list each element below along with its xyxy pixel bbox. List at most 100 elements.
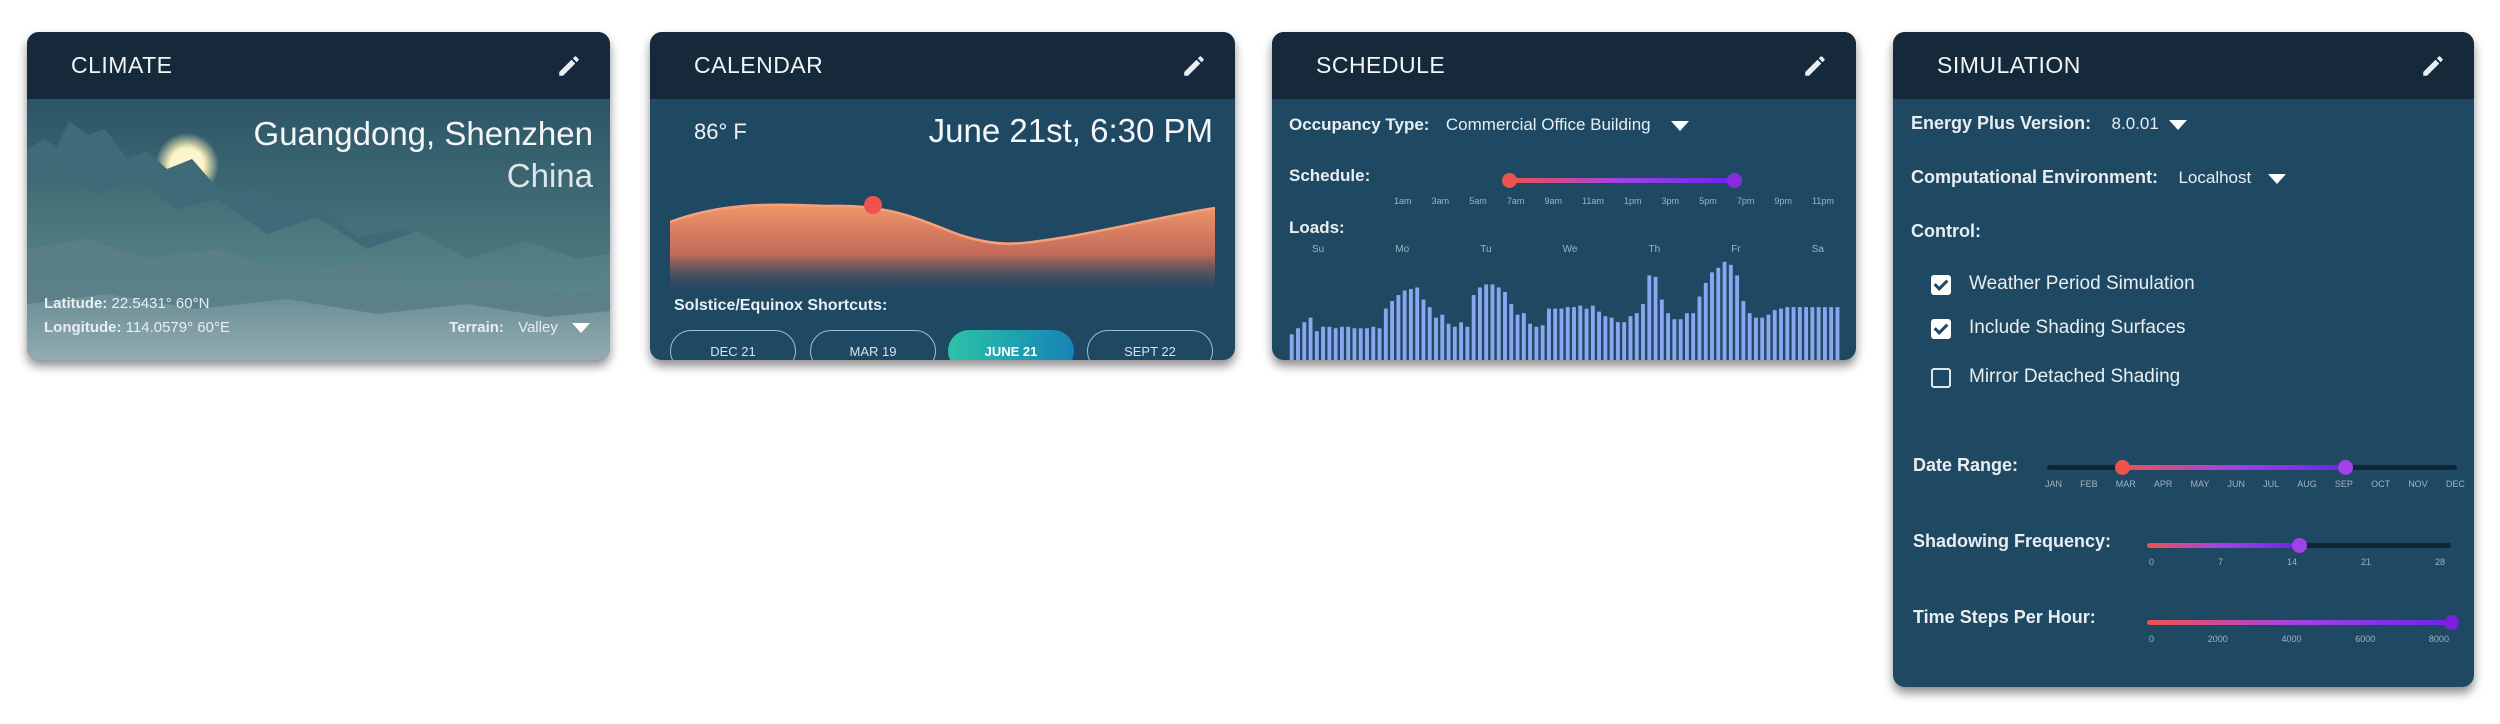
load-bar bbox=[1296, 328, 1300, 360]
checkbox-icon[interactable] bbox=[1931, 274, 1951, 295]
timesteps-label: Time Steps Per Hour: bbox=[1913, 607, 2096, 627]
schedule-hour-ticks: 1am 3am 5am 7am 9am 11am 1pm 3pm 5pm 7pm 9pm 11pm bbox=[1394, 196, 1834, 206]
load-bar bbox=[1572, 307, 1576, 360]
load-bar bbox=[1396, 295, 1401, 360]
eplus-version-row[interactable]: Energy Plus Version: 8.0.01 bbox=[1911, 113, 2188, 134]
load-bar bbox=[1791, 307, 1796, 360]
load-bar bbox=[1377, 328, 1382, 360]
schedule-end-handle[interactable] bbox=[1726, 173, 1742, 188]
caret-down-icon bbox=[2267, 173, 2286, 184]
environment-value: Localhost bbox=[2178, 168, 2252, 187]
load-bar bbox=[1829, 307, 1834, 360]
load-bar bbox=[1710, 272, 1714, 360]
shadowing-slider[interactable] bbox=[2147, 538, 2451, 553]
shortcut-june-21[interactable]: JUNE 21 bbox=[948, 330, 1074, 360]
load-bar bbox=[1810, 307, 1815, 360]
date-range-start-handle[interactable] bbox=[2114, 460, 2130, 475]
simulation-header: SIMULATION bbox=[1893, 32, 2474, 99]
load-bar bbox=[1390, 301, 1395, 360]
pencil-icon[interactable] bbox=[1181, 53, 1207, 79]
shadowing-handle[interactable] bbox=[2292, 538, 2307, 553]
load-bar bbox=[1352, 328, 1357, 360]
schedule-slider[interactable] bbox=[1387, 173, 1837, 188]
pencil-icon[interactable] bbox=[1802, 53, 1828, 79]
load-bar bbox=[1415, 287, 1420, 360]
load-bar bbox=[1578, 305, 1583, 360]
date-range-fill bbox=[2121, 465, 2346, 470]
month-tick-label: FEB bbox=[2080, 479, 2098, 489]
shortcut-dec-21[interactable]: DEC 21 bbox=[670, 330, 796, 360]
load-bar bbox=[1728, 264, 1733, 360]
timesteps-tick-label: 6000 bbox=[2355, 634, 2376, 644]
hour-tick-label: 3am bbox=[1431, 196, 1450, 206]
checkbox-icon[interactable] bbox=[1931, 367, 1951, 388]
eplus-value: 8.0.01 bbox=[2111, 114, 2159, 133]
caret-down-icon bbox=[1671, 120, 1690, 131]
date-range-end-handle[interactable] bbox=[2338, 460, 2354, 475]
caret-down-icon bbox=[572, 323, 590, 334]
load-bar bbox=[1804, 307, 1809, 360]
load-bar bbox=[1666, 313, 1671, 360]
climate-header: CLIMATE bbox=[27, 32, 610, 99]
control-weather-period[interactable]: Weather Period Simulation bbox=[1931, 273, 2195, 295]
load-bar bbox=[1659, 299, 1664, 360]
pencil-icon[interactable] bbox=[2420, 53, 2446, 79]
load-bar bbox=[1735, 275, 1740, 360]
hour-tick-label: 11pm bbox=[1812, 196, 1834, 206]
terrain-select[interactable]: Terrain: Valley bbox=[449, 319, 590, 336]
load-bar bbox=[1584, 308, 1589, 360]
month-tick-label: SEP bbox=[2334, 479, 2353, 489]
load-bar bbox=[1327, 326, 1332, 360]
pencil-icon[interactable] bbox=[556, 53, 582, 79]
climate-card: CLIMATE Guangdong, Shenzhen China Latitu… bbox=[27, 32, 610, 360]
timesteps-handle[interactable] bbox=[2444, 615, 2459, 630]
load-bar bbox=[1760, 317, 1765, 360]
load-bar bbox=[1452, 326, 1457, 360]
load-bar bbox=[1609, 317, 1614, 360]
load-bar bbox=[1603, 316, 1608, 360]
load-bar bbox=[1772, 310, 1777, 360]
date-range-slider[interactable] bbox=[2047, 460, 2457, 475]
shadowing-ticks: 0 7 14 21 28 bbox=[2149, 557, 2445, 567]
environment-row[interactable]: Computational Environment: Localhost bbox=[1911, 167, 2286, 188]
calendar-date: June 21st, 6:30 PM bbox=[928, 112, 1213, 149]
current-time-marker[interactable] bbox=[864, 196, 882, 214]
schedule-start-handle[interactable] bbox=[1501, 173, 1517, 188]
shadowing-tick-label: 28 bbox=[2434, 557, 2445, 567]
month-tick-label: JUL bbox=[2263, 479, 2280, 489]
load-bar bbox=[1302, 322, 1307, 360]
checkbox-icon[interactable] bbox=[1931, 318, 1951, 339]
control-mirror-detached[interactable]: Mirror Detached Shading bbox=[1931, 366, 2180, 388]
latitude-label: Latitude: bbox=[44, 295, 108, 312]
load-bar bbox=[1459, 322, 1464, 360]
sun-path-curve bbox=[670, 196, 1215, 295]
load-bar bbox=[1540, 325, 1545, 360]
shortcut-sept-22[interactable]: SEPT 22 bbox=[1087, 330, 1213, 360]
load-bar bbox=[1703, 282, 1708, 360]
load-bar bbox=[1753, 317, 1758, 360]
timesteps-ticks: 0 2000 4000 6000 8000 bbox=[2149, 634, 2449, 644]
month-tick-label: JAN bbox=[2045, 479, 2063, 489]
hour-tick-label: 7pm bbox=[1736, 196, 1755, 206]
load-bar bbox=[1521, 313, 1526, 360]
date-range-label: Date Range: bbox=[1913, 455, 2019, 475]
load-bar bbox=[1653, 276, 1658, 360]
shadowing-fill bbox=[2147, 543, 2299, 548]
control-label-mirror: Mirror Detached Shading bbox=[1969, 366, 2181, 387]
climate-longitude: Longitude: 114.0579° 60°E bbox=[44, 319, 230, 336]
load-bar bbox=[1785, 307, 1790, 360]
load-bar bbox=[1446, 323, 1451, 360]
eplus-label: Energy Plus Version: bbox=[1911, 113, 2092, 133]
control-label-shading: Include Shading Surfaces bbox=[1969, 317, 2186, 338]
occupancy-row[interactable]: Occupancy Type: Commercial Office Buildi… bbox=[1289, 115, 1690, 135]
month-tick-label: MAR bbox=[2115, 479, 2136, 489]
hour-tick-label: 1pm bbox=[1624, 196, 1642, 206]
load-bar bbox=[1553, 308, 1558, 360]
load-bar bbox=[1766, 314, 1771, 360]
control-include-shading[interactable]: Include Shading Surfaces bbox=[1931, 317, 2186, 339]
month-tick-label: DEC bbox=[2445, 479, 2465, 489]
load-bar bbox=[1314, 331, 1319, 360]
shortcut-mar-19[interactable]: MAR 19 bbox=[810, 330, 936, 360]
load-bar bbox=[1565, 307, 1570, 360]
timesteps-slider[interactable] bbox=[2147, 615, 2459, 630]
